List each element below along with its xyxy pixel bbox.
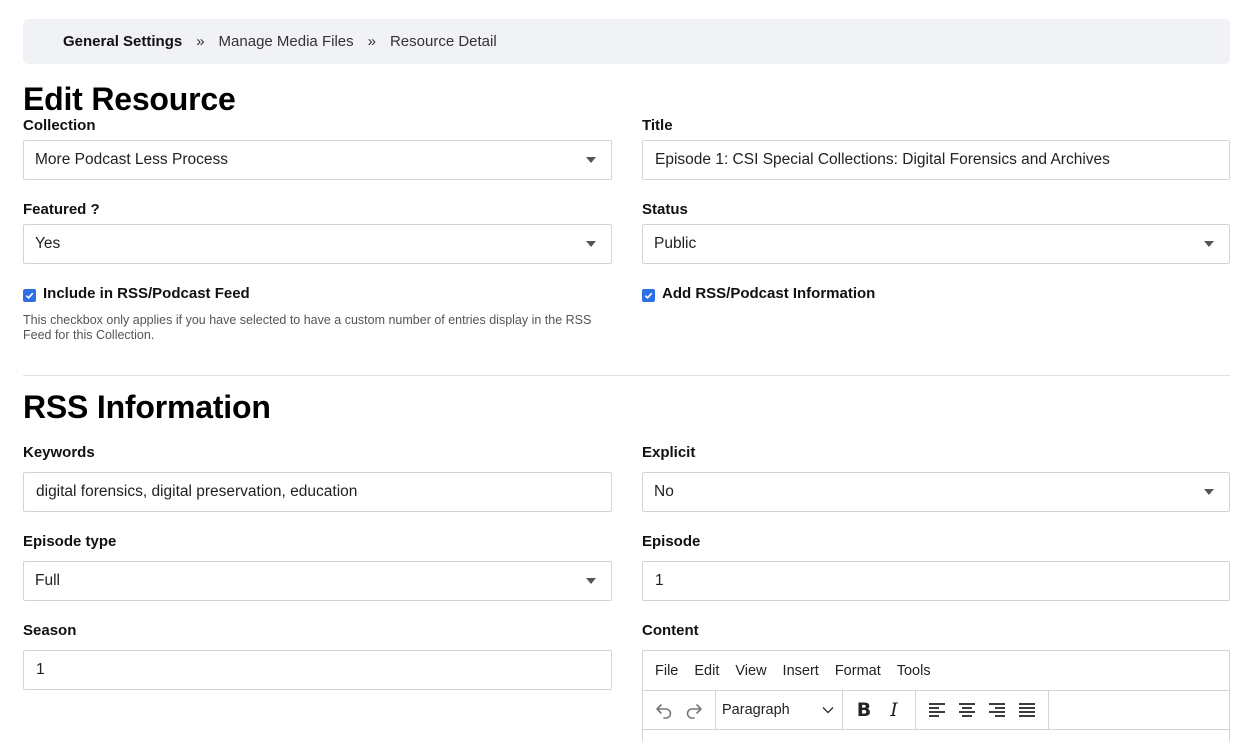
breadcrumb-separator: » — [196, 33, 205, 50]
alignment-group — [916, 691, 1049, 729]
explicit-label: Explicit — [642, 444, 696, 461]
menu-format[interactable]: Format — [835, 663, 881, 679]
rss-section-title: RSS Information — [23, 389, 271, 425]
align-right-icon — [989, 703, 1005, 717]
editor-menubar: File Edit View Insert Format Tools — [643, 651, 1229, 691]
include-rss-label[interactable]: Include in RSS/Podcast Feed — [43, 285, 250, 302]
undo-button[interactable] — [649, 695, 679, 725]
add-rss-checkbox-row: Add RSS/Podcast Information — [642, 285, 875, 302]
align-center-button[interactable] — [952, 695, 982, 725]
keywords-label: Keywords — [23, 444, 95, 461]
align-center-icon — [959, 703, 975, 717]
episode-label: Episode — [642, 533, 701, 550]
align-left-icon — [929, 703, 945, 717]
title-label: Title — [642, 117, 673, 134]
text-style-group: B I — [843, 691, 916, 729]
collection-select[interactable]: More Podcast Less Process — [23, 140, 612, 180]
episode-type-select-value: Full — [35, 572, 60, 589]
season-input[interactable]: 1 — [23, 650, 612, 690]
chevron-down-icon — [586, 578, 596, 584]
checkmark-icon — [25, 292, 34, 299]
align-justify-button[interactable] — [1012, 695, 1042, 725]
keywords-input-value: digital forensics, digital preservation,… — [36, 483, 358, 500]
redo-button[interactable] — [679, 695, 709, 725]
align-left-button[interactable] — [922, 695, 952, 725]
block-format-value: Paragraph — [722, 702, 790, 718]
chevron-down-icon — [1204, 241, 1214, 247]
include-rss-checkbox[interactable] — [23, 288, 36, 302]
history-group — [643, 691, 716, 729]
featured-select[interactable]: Yes — [23, 224, 612, 264]
include-rss-checkbox-row: Include in RSS/Podcast Feed — [23, 285, 250, 302]
featured-select-value: Yes — [35, 235, 61, 252]
menu-insert[interactable]: Insert — [783, 663, 819, 679]
bold-button[interactable]: B — [849, 695, 879, 725]
include-rss-help-text: This checkbox only applies if you have s… — [23, 313, 592, 342]
add-rss-label[interactable]: Add RSS/Podcast Information — [662, 285, 875, 302]
menu-tools[interactable]: Tools — [897, 663, 931, 679]
breadcrumb-resource-detail: Resource Detail — [389, 33, 497, 50]
explicit-select[interactable]: No — [642, 472, 1230, 512]
align-justify-icon — [1019, 703, 1035, 717]
page-title: Edit Resource — [23, 81, 236, 117]
block-format-select[interactable]: Paragraph — [716, 702, 842, 718]
block-format-group: Paragraph — [716, 691, 843, 729]
title-input-value: Episode 1: CSI Special Collections: Digi… — [655, 151, 1110, 168]
italic-button[interactable]: I — [879, 695, 909, 725]
breadcrumb-manage-media-files[interactable]: Manage Media Files — [219, 33, 354, 50]
status-select-value: Public — [654, 235, 697, 252]
chevron-down-icon — [586, 157, 596, 163]
episode-input[interactable]: 1 — [642, 561, 1230, 601]
collection-label: Collection — [23, 117, 96, 134]
explicit-select-value: No — [654, 483, 674, 500]
checkmark-icon — [644, 292, 653, 299]
episode-input-value: 1 — [655, 572, 664, 589]
featured-label: Featured ? — [23, 201, 100, 218]
menu-file[interactable]: File — [655, 663, 678, 679]
add-rss-checkbox[interactable] — [642, 288, 655, 302]
title-input[interactable]: Episode 1: CSI Special Collections: Digi… — [642, 140, 1230, 180]
status-select[interactable]: Public — [642, 224, 1230, 264]
content-label: Content — [642, 622, 699, 639]
breadcrumb-general-settings[interactable]: General Settings — [63, 33, 182, 50]
section-divider — [23, 375, 1230, 376]
chevron-down-icon — [586, 241, 596, 247]
breadcrumb-separator: » — [367, 33, 376, 50]
redo-icon — [686, 704, 702, 719]
align-right-button[interactable] — [982, 695, 1012, 725]
menu-edit[interactable]: Edit — [694, 663, 719, 679]
season-input-value: 1 — [36, 661, 45, 678]
menu-view[interactable]: View — [735, 663, 766, 679]
chevron-down-icon — [822, 707, 834, 714]
keywords-input[interactable]: digital forensics, digital preservation,… — [23, 472, 612, 512]
undo-icon — [656, 704, 672, 719]
episode-type-select[interactable]: Full — [23, 561, 612, 601]
breadcrumb: General Settings » Manage Media Files » … — [23, 19, 1230, 64]
season-label: Season — [23, 622, 77, 639]
status-label: Status — [642, 201, 688, 218]
content-editor: File Edit View Insert Format Tools Parag… — [642, 650, 1230, 741]
collection-select-value: More Podcast Less Process — [35, 151, 228, 168]
episode-type-label: Episode type — [23, 533, 117, 550]
editor-toolbar: Paragraph B I — [643, 691, 1229, 730]
chevron-down-icon — [1204, 489, 1214, 495]
